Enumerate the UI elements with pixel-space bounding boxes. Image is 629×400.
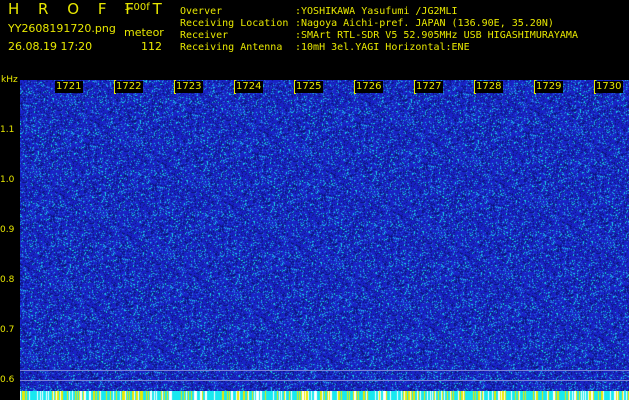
app-version: 1.00f <box>124 2 150 13</box>
baseline-noise-strip <box>20 391 629 400</box>
minute-label: 1729 <box>535 81 564 93</box>
info-key: Receiving Antenna <box>180 42 283 53</box>
minute-tick: 1721 <box>55 80 116 94</box>
y-tick: 1.0 <box>0 175 15 185</box>
minute-tick: 1725 <box>295 80 356 94</box>
info-value: :Nagoya Aichi-pref. JAPAN (136.90E, 35.2… <box>295 18 554 29</box>
meteor-label: meteor <box>124 26 164 39</box>
minute-tick: 1728 <box>475 80 536 94</box>
y-tick: 0.6 <box>0 375 15 385</box>
minute-label: 1722 <box>115 81 144 93</box>
info-row-observer: Overver :YOSHIKAWA Yasufumi /JG2MLI <box>180 6 578 18</box>
time-axis: 1721 1722 1723 1724 1725 1726 1727 1728 … <box>20 80 629 94</box>
info-value: :SMArt RTL-SDR V5 52.905MHz USB HIGASHIM… <box>295 30 578 41</box>
info-row-location: Receiving Location :Nagoya Aichi-pref. JA… <box>180 18 578 30</box>
meteor-count: 112 <box>141 40 162 53</box>
minute-label: 1724 <box>235 81 264 93</box>
info-row-receiver: Receiver :SMArt RTL-SDR V5 52.905MHz USB … <box>180 30 578 42</box>
minute-label: 1725 <box>295 81 324 93</box>
station-info: Overver :YOSHIKAWA Yasufumi /JG2MLI Recei… <box>180 6 578 54</box>
minute-label: 1730 <box>595 81 624 93</box>
frequency-axis: 1.1 1.0 0.9 0.8 0.7 0.6 <box>0 80 20 400</box>
minute-tick: 1727 <box>415 80 476 94</box>
minute-label: 1727 <box>415 81 444 93</box>
y-tick: 0.7 <box>0 325 15 335</box>
minute-tick: 1722 <box>115 80 176 94</box>
header-panel: H R O F F T 1.00f YY2608191720.png meteo… <box>0 0 629 80</box>
info-row-antenna: Receiving Antenna :10mH 3el.YAGI Horizont… <box>180 42 578 54</box>
minute-tick: 1729 <box>535 80 596 94</box>
info-value: :10mH 3el.YAGI Horizontal:ENE <box>295 42 470 53</box>
y-tick: 1.1 <box>0 125 15 135</box>
minute-label: 1726 <box>355 81 384 93</box>
minute-label: 1721 <box>55 81 84 93</box>
minute-tick: 1723 <box>175 80 236 94</box>
timestamp: 26.08.19 17:20 <box>8 40 93 53</box>
minute-tick: 1724 <box>235 80 296 94</box>
frequency-marker-line <box>20 370 629 371</box>
info-value: :YOSHIKAWA Yasufumi /JG2MLI <box>295 6 458 17</box>
info-key: Receiving Location <box>180 18 289 29</box>
info-key: Receiver <box>180 30 229 41</box>
y-tick: 0.9 <box>0 225 15 235</box>
frequency-marker-line <box>20 380 629 381</box>
spectrogram-canvas <box>20 80 629 400</box>
minute-label: 1728 <box>475 81 504 93</box>
minute-tick: 1730 <box>595 80 629 94</box>
y-tick: 0.8 <box>0 275 15 285</box>
info-key: Overver <box>180 6 223 17</box>
waterfall-spectrogram: 1721 1722 1723 1724 1725 1726 1727 1728 … <box>20 80 629 400</box>
minute-label: 1723 <box>175 81 204 93</box>
image-filename: YY2608191720.png <box>8 22 116 35</box>
minute-tick: 1726 <box>355 80 416 94</box>
